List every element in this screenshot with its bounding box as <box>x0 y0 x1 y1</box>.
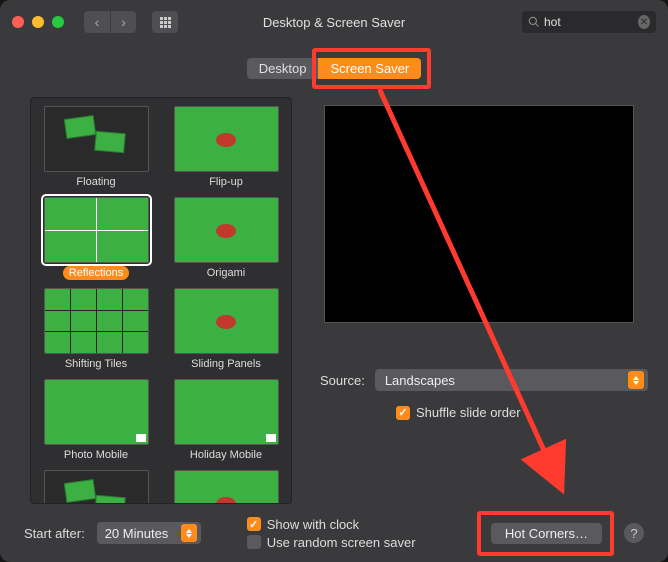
screensaver-list[interactable]: Floating Flip-up Reflections Origami Shi… <box>30 97 292 504</box>
show-clock-checkbox[interactable] <box>247 517 261 531</box>
screensaver-photo-mobile[interactable]: Photo Mobile <box>39 379 153 462</box>
thumb-shifting <box>44 288 149 354</box>
search-field[interactable]: ✕ <box>522 11 656 33</box>
zoom-icon[interactable] <box>52 16 64 28</box>
tab-bar: Desktop Screen Saver <box>0 44 668 97</box>
search-icon <box>528 16 540 28</box>
random-saver-checkbox[interactable] <box>247 535 261 549</box>
screensaver-label: Photo Mobile <box>58 448 134 462</box>
forward-button[interactable]: › <box>110 11 136 33</box>
clear-search-icon[interactable]: ✕ <box>638 15 650 29</box>
thumb-flipup <box>174 106 279 172</box>
screensaver-label: Shifting Tiles <box>59 357 133 371</box>
screensaver-label: Origami <box>201 266 252 280</box>
screensaver-label: Holiday Mobile <box>184 448 268 462</box>
screensaver-preview <box>324 105 634 323</box>
screensaver-origami[interactable]: Origami <box>169 197 283 280</box>
start-after-dropdown[interactable]: 20 Minutes <box>97 522 201 544</box>
minimize-icon[interactable] <box>32 16 44 28</box>
titlebar: ‹ › Desktop & Screen Saver ✕ <box>0 0 668 44</box>
thumb-reflections <box>44 197 149 263</box>
show-clock-label: Show with clock <box>267 517 359 532</box>
start-after-label: Start after: <box>24 526 85 541</box>
screensaver-label: Flip-up <box>203 175 249 189</box>
source-label: Source: <box>320 373 365 388</box>
source-value: Landscapes <box>385 373 455 388</box>
close-icon[interactable] <box>12 16 24 28</box>
thumb-sliding <box>174 288 279 354</box>
source-dropdown[interactable]: Landscapes <box>375 369 648 391</box>
screensaver-label: Sliding Panels <box>185 357 267 371</box>
start-after-value: 20 Minutes <box>105 526 169 541</box>
thumb-vintage <box>174 470 279 504</box>
hot-corners-button[interactable]: Hot Corners… <box>491 523 602 544</box>
random-saver-label: Use random screen saver <box>267 535 416 550</box>
screensaver-shifting-tiles[interactable]: Shifting Tiles <box>39 288 153 371</box>
preview-panel: Source: Landscapes Shuffle slide order <box>310 97 648 504</box>
thumb-holidaymobile <box>174 379 279 445</box>
thumb-photomobile <box>44 379 149 445</box>
window-controls <box>12 16 64 28</box>
back-button[interactable]: ‹ <box>84 11 110 33</box>
tab-desktop[interactable]: Desktop <box>247 58 319 79</box>
screensaver-reflections[interactable]: Reflections <box>39 197 153 280</box>
screensaver-holiday-mobile[interactable]: Holiday Mobile <box>169 379 283 462</box>
chevron-updown-icon <box>181 524 197 542</box>
search-input[interactable] <box>544 15 634 29</box>
grid-icon <box>160 17 171 28</box>
show-all-button[interactable] <box>152 11 178 33</box>
screensaver-label: Floating <box>70 175 121 189</box>
chevron-updown-icon <box>628 371 644 389</box>
nav-group: ‹ › <box>84 11 136 33</box>
tab-screen-saver[interactable]: Screen Saver <box>318 58 421 79</box>
screensaver-flipup[interactable]: Flip-up <box>169 106 283 189</box>
screensaver-sliding-panels[interactable]: Sliding Panels <box>169 288 283 371</box>
thumb-origami <box>174 197 279 263</box>
screensaver-photo-wall[interactable]: Photo Wall <box>39 470 153 504</box>
shuffle-checkbox[interactable] <box>396 406 410 420</box>
thumb-floating <box>44 106 149 172</box>
bottom-bar: Start after: 20 Minutes Show with clock … <box>0 504 668 562</box>
screensaver-vintage-prints[interactable]: Vintage Prints <box>169 470 283 504</box>
screensaver-label: Reflections <box>63 266 129 280</box>
screensaver-floating[interactable]: Floating <box>39 106 153 189</box>
shuffle-label: Shuffle slide order <box>416 405 521 420</box>
help-button[interactable]: ? <box>624 523 644 543</box>
thumb-photowall <box>44 470 149 504</box>
